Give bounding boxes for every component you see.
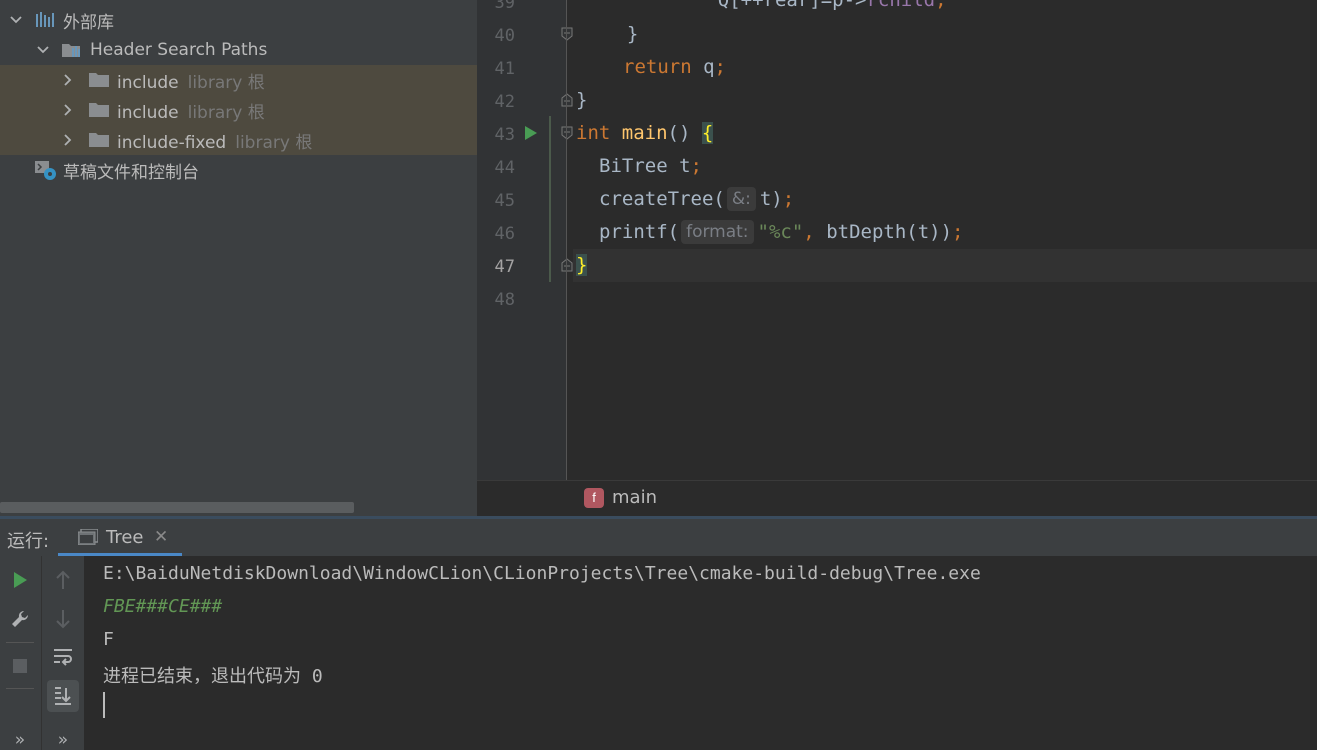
console-cursor (103, 692, 105, 718)
fold-start-icon[interactable] (561, 126, 573, 140)
run-toolbar-primary: » (0, 556, 41, 750)
fold-end-icon[interactable] (561, 93, 573, 107)
editor-breadcrumb: f main (477, 480, 1317, 517)
wrench-icon[interactable] (9, 608, 31, 630)
console-output: F (103, 629, 114, 650)
tree-row-scratches-and-consoles[interactable]: 草稿文件和控制台 (0, 155, 477, 185)
fold-end-icon[interactable] (561, 27, 573, 41)
code-line-40: } (604, 23, 639, 45)
line-number: 40 (494, 26, 515, 46)
soft-wrap-icon[interactable] (52, 646, 74, 668)
tree-label: include-fixed (117, 132, 227, 153)
run-toolbar-secondary: » (41, 556, 85, 750)
line-number: 47 (494, 257, 515, 277)
code-line-44: BiTree t; (599, 155, 702, 177)
code-line-42: } (576, 89, 588, 111)
breadcrumb-item-main[interactable]: main (612, 487, 657, 508)
project-tree-panel: 外部库 Header Search Paths include library 根 (0, 0, 477, 516)
stop-icon[interactable] (10, 656, 30, 676)
run-panel-title: 运行: (7, 531, 50, 552)
tree-row-include-fixed[interactable]: include-fixed library 根 (0, 125, 477, 155)
code-line-43: int main() { (576, 122, 714, 144)
chevron-right-icon[interactable] (60, 72, 76, 88)
code-line-46: printf(format: "%c", btDepth(t)); (599, 220, 964, 244)
code-line-47: } (576, 254, 588, 276)
line-number: 46 (494, 224, 515, 244)
tree-row-include[interactable]: include library 根 (0, 65, 477, 95)
tab-tree[interactable]: Tree ✕ (58, 519, 182, 556)
tree-label: include (117, 72, 179, 93)
code-line-45: createTree(&: t); (599, 187, 795, 211)
library-icon (36, 12, 54, 27)
rerun-icon[interactable] (10, 570, 30, 590)
code-line-41: return q; (623, 56, 726, 78)
tree-label: include (117, 102, 179, 123)
tree-label: 外部库 (63, 12, 114, 33)
close-icon[interactable]: ✕ (154, 527, 168, 547)
tab-label: Tree (106, 527, 144, 548)
parameter-hint: &: (726, 187, 756, 211)
tree-hint: library 根 (235, 132, 313, 153)
scratches-icon (35, 161, 56, 180)
tree-label: 草稿文件和控制台 (63, 162, 199, 183)
folder-icon (89, 103, 109, 117)
line-number: 42 (494, 92, 515, 112)
code-line-39: Q[++rear]=p->rchild; (672, 0, 947, 11)
run-panel-header: 运行: Tree ✕ (0, 516, 1317, 556)
vcs-change-marker (549, 116, 551, 282)
line-number: 43 (494, 125, 515, 145)
line-number: 48 (494, 290, 515, 310)
chevron-right-icon[interactable] (60, 132, 76, 148)
arrow-up-icon[interactable] (53, 569, 73, 591)
console-command-line: E:\BaiduNetdiskDownload\WindowCLion\CLio… (103, 563, 981, 584)
line-number: 44 (494, 158, 515, 178)
tree-hint: library 根 (187, 72, 265, 93)
console-icon (78, 529, 98, 545)
library-folder-icon (62, 44, 80, 57)
chevron-right-icon[interactable] (60, 102, 76, 118)
tree-label: Header Search Paths (90, 40, 268, 60)
tree-row-include[interactable]: include library 根 (0, 95, 477, 125)
run-console[interactable]: E:\BaiduNetdiskDownload\WindowCLion\CLio… (84, 556, 1317, 750)
folder-icon (89, 133, 109, 147)
function-icon: f (584, 488, 604, 508)
console-exit-message: 进程已结束，退出代码为 0 (103, 666, 323, 687)
chevron-down-icon[interactable] (8, 12, 24, 28)
folder-icon (89, 73, 109, 87)
tree-row-header-search-paths[interactable]: Header Search Paths (0, 35, 477, 65)
more-icon[interactable]: » (10, 730, 30, 750)
console-user-input: FBE###CE### (103, 596, 223, 617)
chevron-down-icon[interactable] (35, 42, 51, 58)
fold-end-icon[interactable] (561, 258, 573, 272)
parameter-hint: format: (681, 220, 754, 244)
horizontal-scrollbar[interactable] (0, 502, 354, 513)
editor-gutter: 39 40 41 42 43 44 45 46 47 48 (477, 0, 573, 480)
line-number: 45 (494, 191, 515, 211)
line-number: 39 (494, 0, 515, 13)
scroll-to-end-icon[interactable] (47, 680, 79, 712)
fold-guide (566, 0, 567, 480)
more-icon[interactable]: » (53, 730, 73, 750)
caret-row-highlight (573, 249, 1317, 282)
code-editor[interactable]: 39 40 41 42 43 44 45 46 47 48 Q[++rear]=… (477, 0, 1317, 480)
tree-hint: library 根 (187, 102, 265, 123)
tree-row-external-libraries[interactable]: 外部库 (0, 5, 477, 35)
line-number: 41 (494, 59, 515, 79)
run-gutter-icon[interactable] (524, 125, 538, 141)
arrow-down-icon[interactable] (53, 608, 73, 630)
